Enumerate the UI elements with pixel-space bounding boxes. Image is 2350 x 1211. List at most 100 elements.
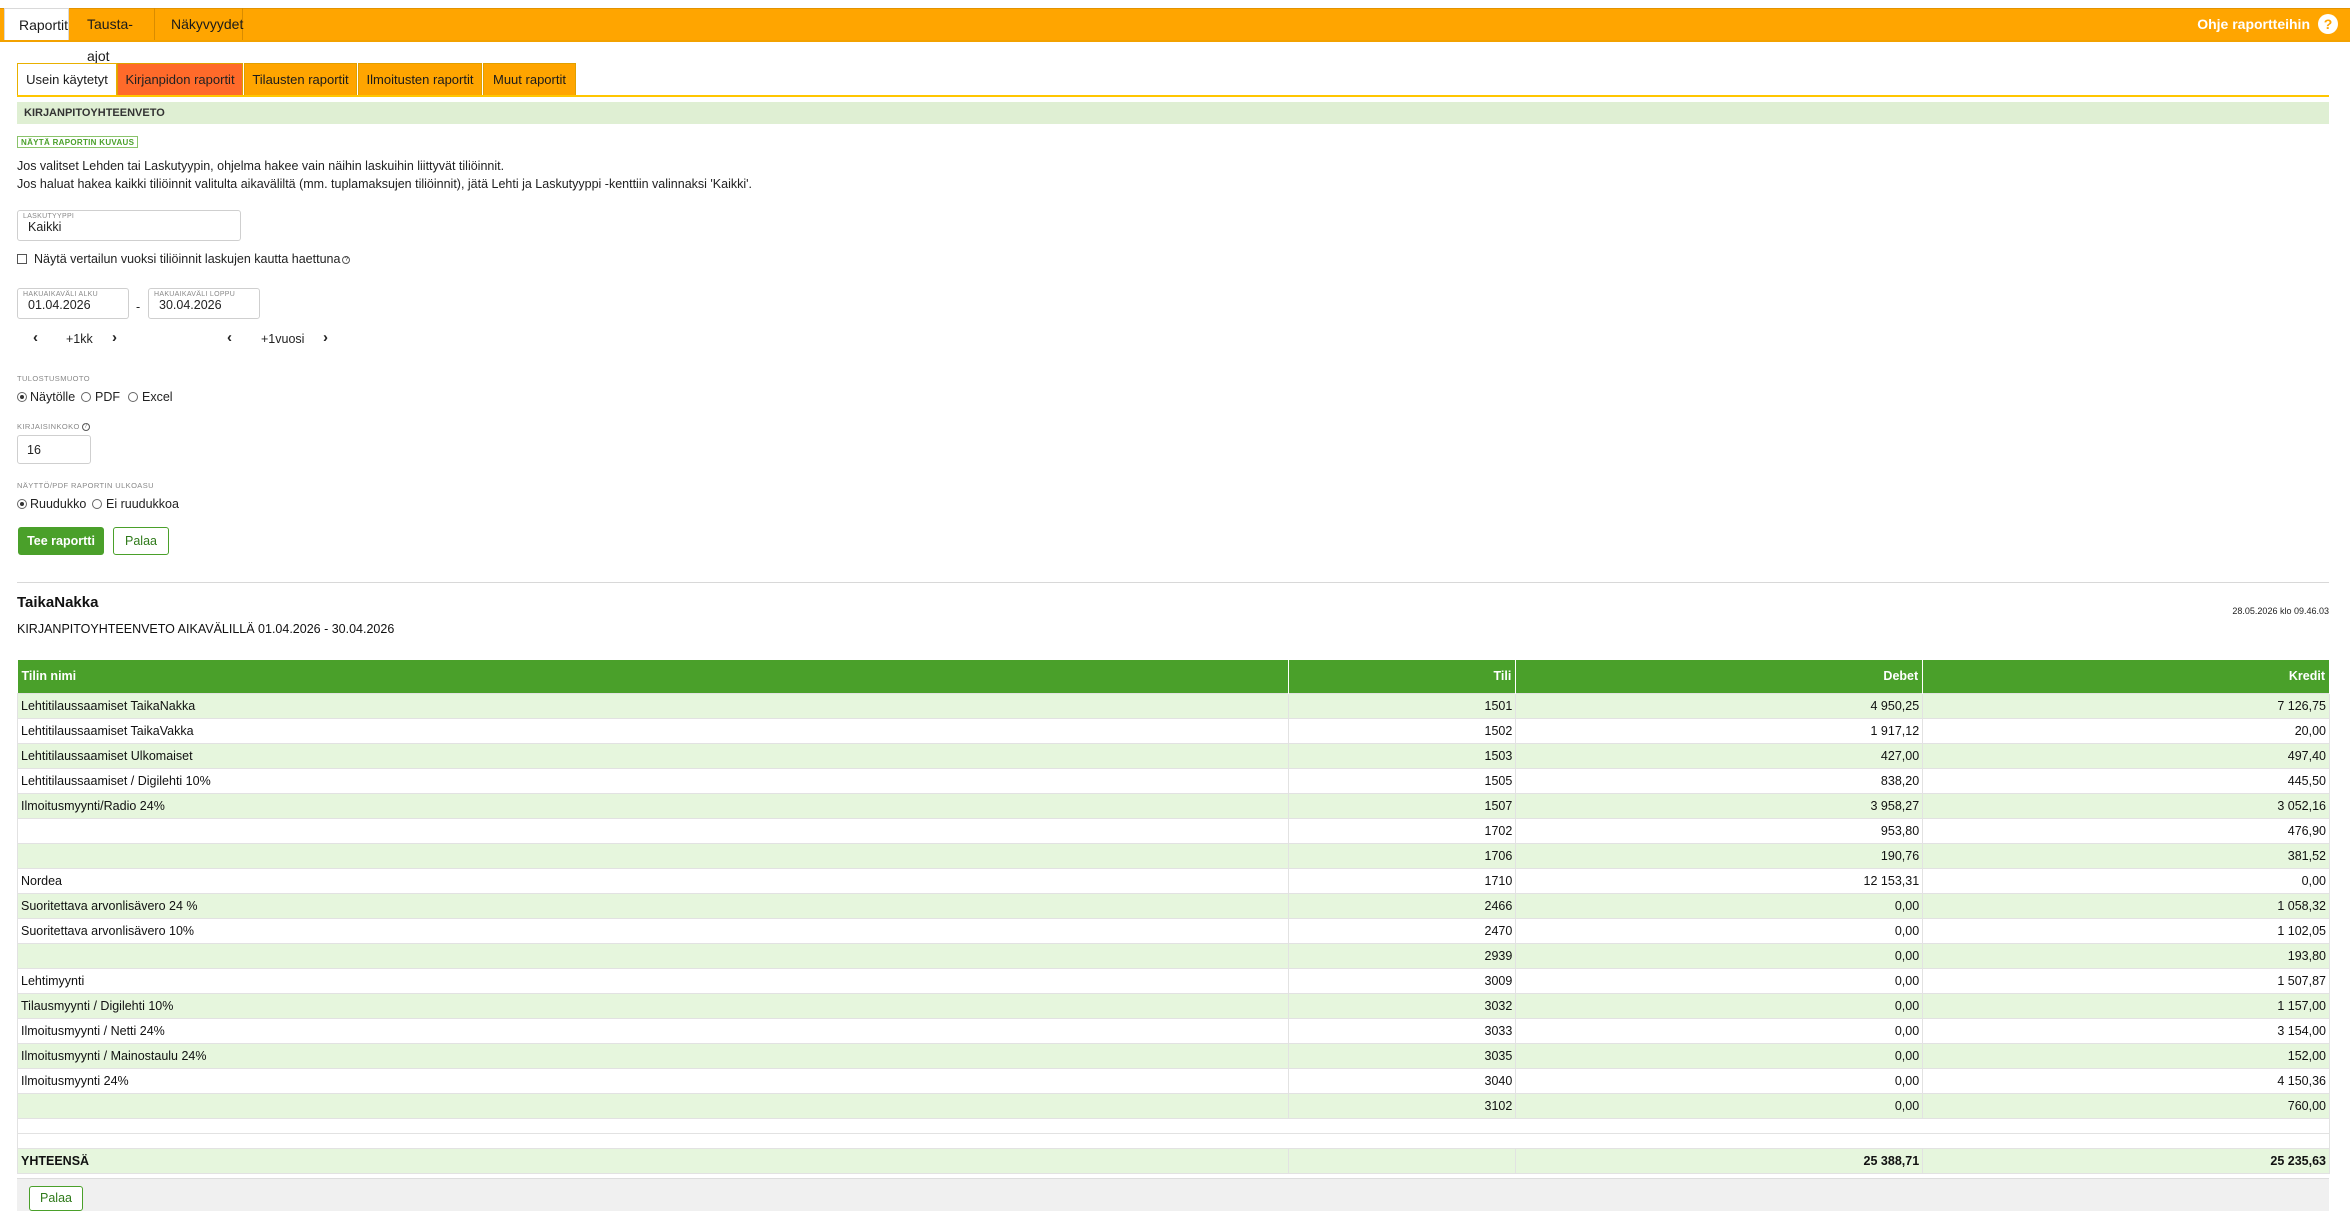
tab-kirjanpidon-raportit[interactable]: Kirjanpidon raportit — [117, 63, 243, 96]
compare-checkbox-label: Näytä vertailun vuoksi tiliöinnit laskuj… — [34, 252, 351, 266]
radio-pdf-label: PDF — [95, 390, 120, 404]
output-format-label: TULOSTUSMUOTO — [17, 374, 90, 383]
billing-type-select[interactable]: LASKUTYYPPI Kaikki — [17, 210, 241, 241]
cell-debit: 0,00 — [1515, 967, 1924, 994]
cell-account-name: Lehtitilaussaamiset TaikaNakka — [16, 692, 1290, 719]
cell-credit: 1 058,32 — [1922, 892, 2330, 919]
radio-grid-label: Ruudukko — [30, 497, 87, 511]
tab-tilausten-raportit[interactable]: Tilausten raportit — [244, 63, 357, 96]
radio-excel-label: Excel — [142, 390, 173, 404]
date-start-label: HAKUAIKAVÄLI ALKU — [23, 291, 99, 298]
table-row: Ilmoitusmyynti/Radio 24% 1507 3 958,27 3 05… — [16, 792, 2330, 819]
tab-tausta-ajot[interactable]: Tausta-ajot — [73, 8, 155, 64]
radio-pdf[interactable] — [81, 392, 91, 402]
table-row: Ilmoitusmyynti / Netti 24% 3033 0,00 3 154,… — [16, 1017, 2330, 1044]
column-header-account-name: Tilin nimi — [17, 660, 1290, 693]
show-description-toggle[interactable]: NÄYTÄ RAPORTIN KUVAUS — [17, 136, 139, 148]
cell-credit: 0,00 — [1922, 867, 2330, 894]
table-row: Ilmoitusmyynti / Mainostaulu 24% 3035 0,00… — [16, 1042, 2330, 1069]
date-end-value: 30.04.2026 — [159, 298, 222, 312]
cell-account: 1702 — [1288, 817, 1517, 844]
date-end-label: HAKUAIKAVÄLI LOPPU — [154, 291, 236, 298]
date-end-field[interactable]: HAKUAIKAVÄLI LOPPU 30.04.2026 — [148, 288, 260, 319]
cell-account: 1507 — [1288, 792, 1517, 819]
cell-account: 1710 — [1288, 867, 1517, 894]
cell-debit: 0,00 — [1515, 1067, 1924, 1094]
question-icon[interactable]: ? — [342, 255, 351, 264]
cell-credit: 7 126,75 — [1922, 692, 2330, 719]
cell-debit: 953,80 — [1515, 817, 1924, 844]
next-month-icon[interactable]: › — [112, 329, 117, 346]
next-year-icon[interactable]: › — [323, 329, 328, 346]
cell-account: 2939 — [1288, 942, 1517, 969]
cell-credit: 3 052,16 — [1922, 792, 2330, 819]
tab-usein-kaytetyt[interactable]: Usein käytetyt — [17, 63, 117, 96]
radio-no-grid[interactable] — [92, 499, 102, 509]
cell-credit: 445,50 — [1922, 767, 2330, 794]
cell-debit: 0,00 — [1515, 1092, 1924, 1119]
radio-screen[interactable] — [17, 392, 27, 402]
table-row: 2939 0,00 193,80 — [16, 942, 2330, 969]
cell-debit: 0,00 — [1515, 917, 1924, 944]
table-row: Lehtitilaussaamiset TaikaNakka 1501 4 950,… — [16, 692, 2330, 719]
table-row: Lehtitilaussaamiset / Digilehti 10% 1505 8… — [16, 767, 2330, 794]
top-navigation: Raportit Tausta-ajot Näkyvyydet Ohje rap… — [0, 0, 2350, 64]
report-table-body: Lehtitilaussaamiset TaikaNakka 1501 4 950,… — [16, 692, 2330, 1174]
cell-debit: 427,00 — [1515, 742, 1924, 769]
table-row: 1702 953,80 476,90 — [16, 817, 2330, 844]
radio-excel[interactable] — [128, 392, 138, 402]
prev-year-icon[interactable]: ‹ — [227, 329, 232, 346]
date-start-field[interactable]: HAKUAIKAVÄLI ALKU 01.04.2026 — [17, 288, 129, 319]
cell-credit: 152,00 — [1922, 1042, 2330, 1069]
total-debit: 25 388,71 — [1515, 1147, 1924, 1174]
compare-checkbox[interactable] — [17, 254, 27, 264]
table-row: Tilausmyynti / Digilehti 10% 3032 0,00 1 15… — [16, 992, 2330, 1019]
help-icon[interactable]: ? — [2318, 14, 2338, 34]
radio-grid[interactable] — [17, 499, 27, 509]
step-month-label: +1kk — [66, 332, 93, 346]
table-row: Suoritettava arvonlisävero 24 % 2466 0,00 1… — [16, 892, 2330, 919]
cell-account: 1502 — [1288, 717, 1517, 744]
question-icon[interactable]: ? — [81, 423, 90, 432]
cell-credit: 4 150,36 — [1922, 1067, 2330, 1094]
cell-debit: 3 958,27 — [1515, 792, 1924, 819]
table-row: Lehtimyynti 3009 0,00 1 507,87 — [16, 967, 2330, 994]
font-size-input[interactable]: 16 — [17, 435, 91, 464]
column-header-debit: Debet — [1515, 660, 1924, 693]
bottom-back-button[interactable]: Palaa — [29, 1186, 83, 1211]
table-row: 1706 190,76 381,52 — [16, 842, 2330, 869]
billing-type-value: Kaikki — [28, 220, 62, 234]
table-header: Tilin nimi Tili Debet Kredit — [17, 660, 2330, 693]
date-start-value: 01.04.2026 — [28, 298, 91, 312]
tab-nakyvyydet[interactable]: Näkyvyydet — [157, 8, 243, 40]
top-bar-background — [0, 8, 2350, 40]
cell-account: 3035 — [1288, 1042, 1517, 1069]
table-row: 3102 0,00 760,00 — [16, 1092, 2330, 1119]
cell-account: 3032 — [1288, 992, 1517, 1019]
cell-account: 3040 — [1288, 1067, 1517, 1094]
billing-type-label: LASKUTYYPPI — [23, 213, 75, 220]
font-size-label: KIRJAISINKOKO? — [17, 422, 90, 432]
tab-ilmoitusten-raportit[interactable]: Ilmoitusten raportit — [358, 63, 482, 96]
cell-debit: 0,00 — [1515, 992, 1924, 1019]
cell-account-name: Ilmoitusmyynti / Mainostaulu 24% — [16, 1042, 1290, 1069]
cell-credit: 20,00 — [1922, 717, 2330, 744]
font-size-value: 16 — [27, 443, 41, 457]
help-link[interactable]: Ohje raportteihin — [2197, 8, 2310, 40]
layout-label: NÄYTTÖ/PDF RAPORTIN ULKOASU — [17, 481, 154, 490]
cell-account: 3009 — [1288, 967, 1517, 994]
cell-credit: 476,90 — [1922, 817, 2330, 844]
back-button[interactable]: Palaa — [113, 527, 169, 555]
run-report-button[interactable]: Tee raportti — [18, 527, 104, 555]
cell-credit: 760,00 — [1922, 1092, 2330, 1119]
prev-month-icon[interactable]: ‹ — [33, 329, 38, 346]
cell-debit: 190,76 — [1515, 842, 1924, 869]
cell-credit: 1 102,05 — [1922, 917, 2330, 944]
cell-account-name: Ilmoitusmyynti 24% — [16, 1067, 1290, 1094]
tab-raportit[interactable]: Raportit — [4, 8, 69, 40]
info-line-1: Jos valitset Lehden tai Laskutyypin, ohj… — [17, 159, 505, 173]
report-title: KIRJANPITOYHTEENVETO AIKAVÄLILLÄ 01.04.2… — [17, 622, 395, 636]
column-header-account: Tili — [1288, 660, 1517, 693]
tab-muut-raportit[interactable]: Muut raportit — [483, 63, 576, 96]
bottom-toolbar — [17, 1178, 2329, 1211]
